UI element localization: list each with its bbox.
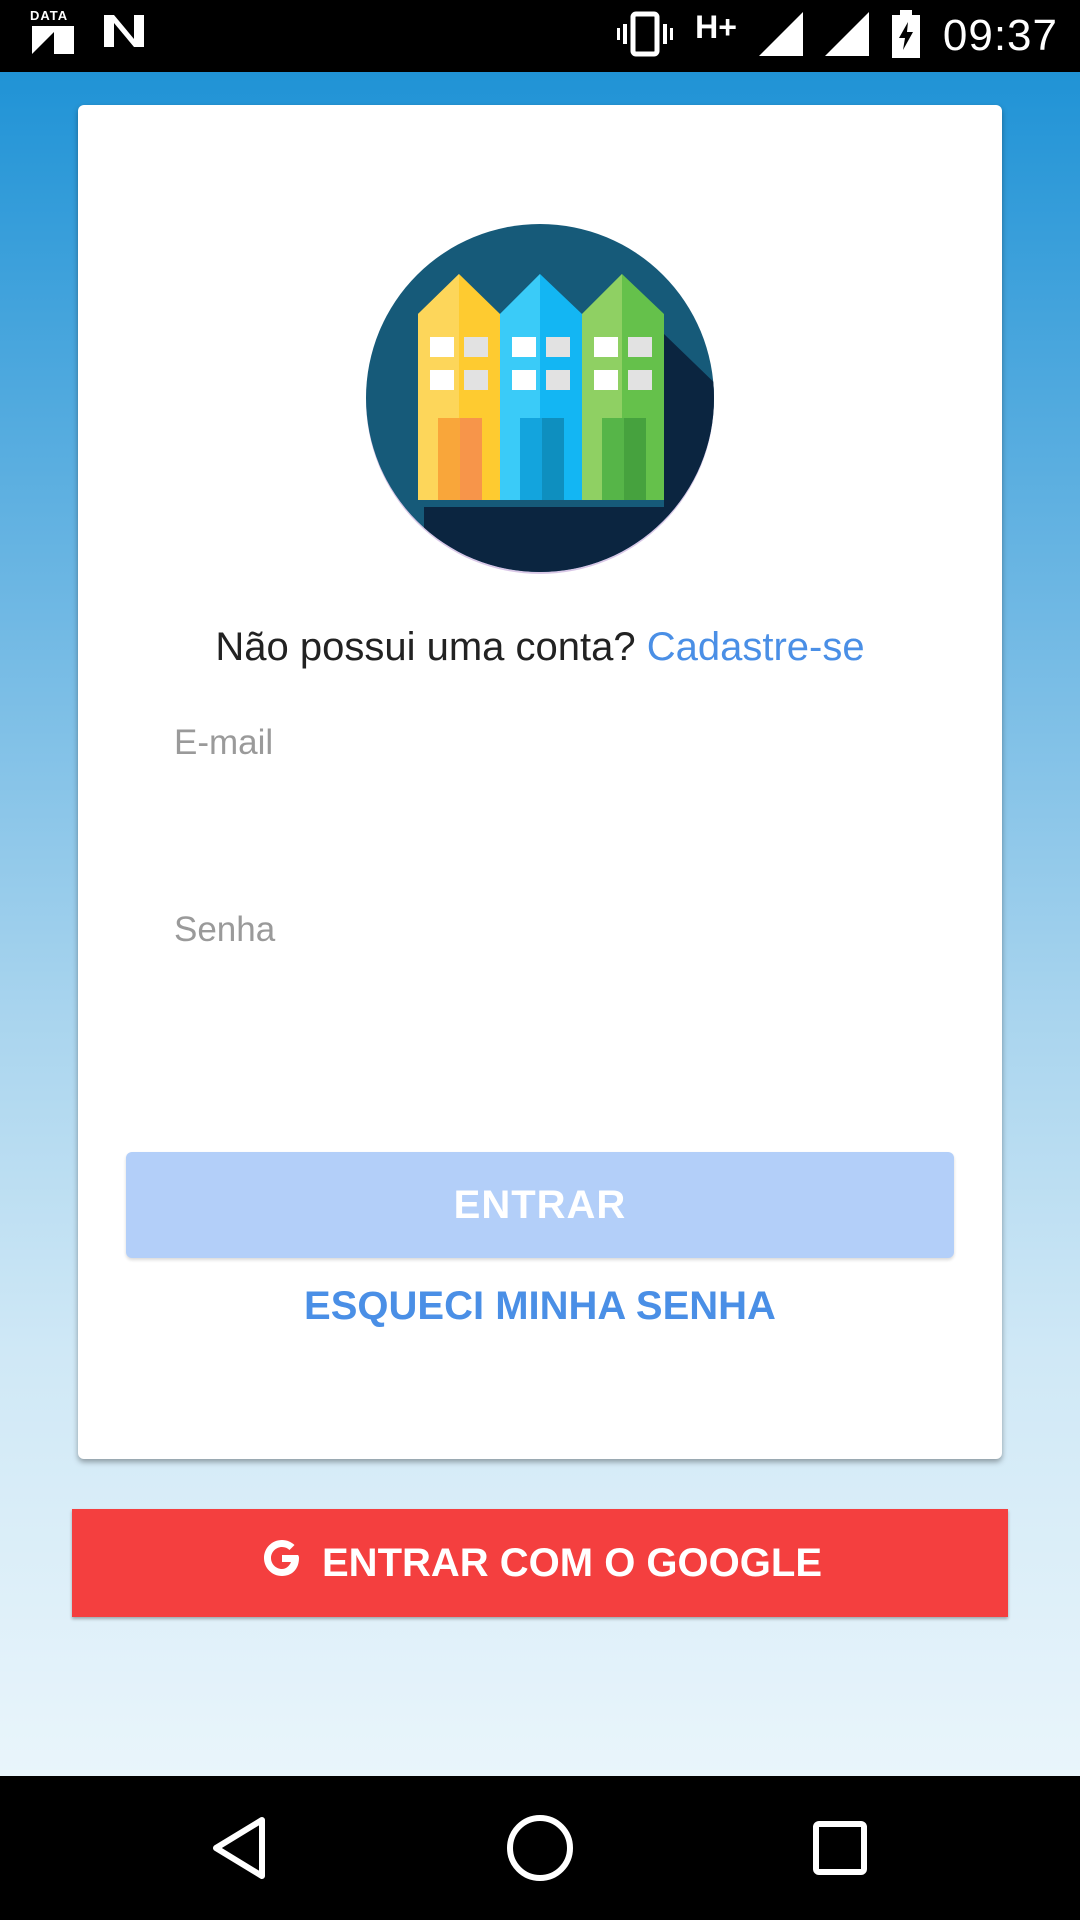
signal-icon: [824, 11, 869, 61]
google-signin-label: ENTRAR COM O GOOGLE: [322, 1540, 822, 1585]
signup-prompt-line: Não possui uma conta? Cadastre-se: [78, 625, 1002, 670]
status-bar-left: DATA: [30, 8, 146, 56]
status-bar: DATA H+ 09:37: [0, 0, 1080, 72]
battery-icon: [891, 9, 921, 63]
google-signin-button[interactable]: ENTRAR COM O GOOGLE: [72, 1509, 1008, 1617]
forgot-password-button[interactable]: ESQUECI MINHA SENHA: [78, 1271, 1002, 1341]
signup-link[interactable]: Cadastre-se: [647, 625, 865, 669]
vibrate-icon: [617, 10, 674, 63]
data-icon: DATA: [30, 8, 76, 56]
forgot-password-label: ESQUECI MINHA SENHA: [304, 1284, 776, 1328]
signal-icon: [758, 11, 803, 61]
network-type: H+: [695, 8, 737, 45]
recents-icon[interactable]: [800, 1808, 880, 1888]
navigation-bar: [0, 1776, 1080, 1920]
home-icon[interactable]: [500, 1808, 580, 1888]
login-button-label: ENTRAR: [453, 1182, 627, 1227]
login-button[interactable]: ENTRAR: [126, 1152, 954, 1258]
back-icon[interactable]: [200, 1808, 280, 1888]
clock: 09:37: [942, 11, 1058, 60]
n-notification-icon: [102, 11, 146, 56]
google-g-icon: [258, 1534, 306, 1592]
login-card: Não possui uma conta? Cadastre-se E-mail…: [78, 105, 1002, 1459]
password-placeholder: Senha: [174, 910, 276, 949]
password-field[interactable]: Senha: [174, 910, 914, 1030]
app-logo-buildings: [364, 222, 716, 574]
status-bar-right: H+ 09:37: [617, 0, 1058, 72]
signup-prompt: Não possui uma conta?: [215, 625, 636, 669]
login-screen: Não possui uma conta? Cadastre-se E-mail…: [0, 72, 1080, 1776]
email-placeholder: E-mail: [174, 723, 274, 762]
data-label: DATA: [30, 8, 69, 23]
email-field[interactable]: E-mail: [174, 723, 914, 843]
